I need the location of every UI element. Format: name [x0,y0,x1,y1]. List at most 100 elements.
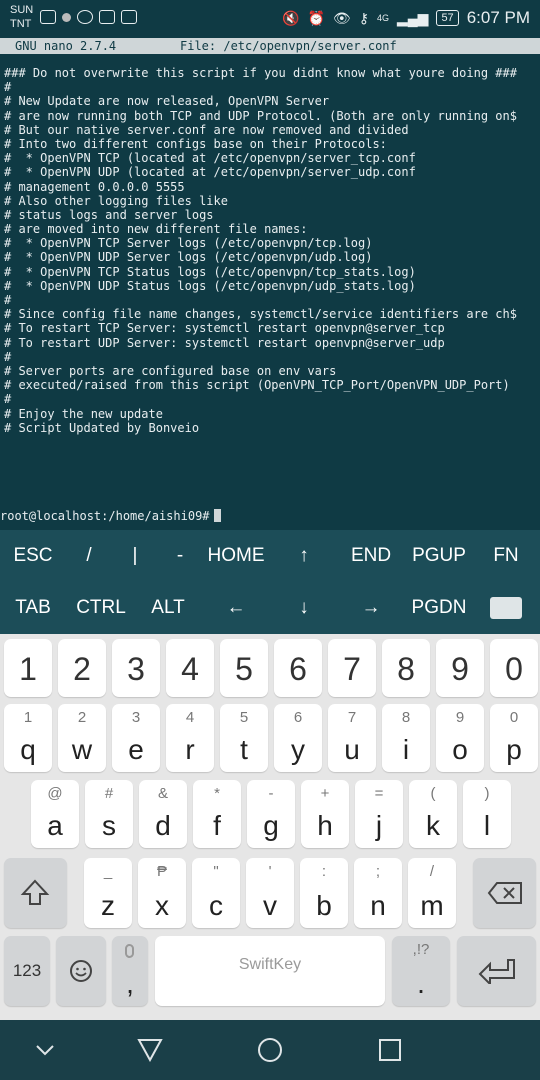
file-line: # * OpenVPN UDP Status logs (/etc/openvp… [4,278,416,293]
number-key[interactable]: 6 [274,639,322,697]
extra-key[interactable]: END [341,530,401,582]
key-icon: ⚷ [358,9,369,26]
letter-key[interactable]: 7u [328,704,376,772]
emoji-key[interactable] [56,936,106,1006]
letter-key[interactable]: 5t [220,704,268,772]
letter-key[interactable]: * f [193,780,241,848]
key-secondary-label: = [374,785,384,802]
letter-key[interactable]: ) l [463,780,511,848]
letter-key[interactable]: @ a [31,780,79,848]
extra-key[interactable]: HOME [206,530,266,582]
letter-key[interactable]: _ z [84,858,132,928]
back-button[interactable] [130,1036,170,1064]
comma-key[interactable]: , [112,936,148,1006]
extra-key[interactable]: ALT [138,582,198,634]
extra-key[interactable]: ← [206,582,266,634]
letter-key[interactable]: 9o [436,704,484,772]
number-key[interactable]: 1 [4,639,52,697]
key-secondary-label: " [213,863,219,880]
key-secondary-label: 2 [77,709,87,726]
extra-key[interactable]: ↑ [274,530,334,582]
hide-keyboard-button[interactable] [25,1036,65,1064]
number-key[interactable]: 3 [112,639,160,697]
key-label: b [316,890,332,921]
recents-button[interactable] [370,1036,410,1064]
extra-key[interactable]: ↓ [274,582,334,634]
home-button[interactable] [250,1036,290,1064]
letter-key[interactable]: & d [139,780,187,848]
letter-key[interactable]: # s [85,780,133,848]
letter-key[interactable]: 6y [274,704,322,772]
number-key[interactable]: 8 [382,639,430,697]
backspace-key[interactable] [473,858,536,928]
letter-key[interactable]: + h [301,780,349,848]
extra-key[interactable]: ESC [3,530,63,582]
symbols-key[interactable]: 123 [4,936,50,1006]
key-label: 3 [127,651,145,687]
letter-key[interactable]: 2w [58,704,106,772]
file-line: # [4,349,12,364]
letter-key[interactable]: 0p [490,704,538,772]
key-label: s [102,810,116,841]
letter-key[interactable]: -g [247,780,295,848]
letter-key[interactable]: ' v [246,858,294,928]
text-cursor [213,509,221,522]
extra-key[interactable]: - [150,530,210,582]
key-secondary-label: 1 [23,709,33,726]
letter-key[interactable]: / m [408,858,456,928]
letter-key[interactable]: :b [300,858,348,928]
spacebar[interactable]: SwiftKey [155,936,385,1006]
letter-key[interactable]: ₱ x [138,858,186,928]
key-label: v [263,890,277,921]
extra-key[interactable]: PGDN [409,582,469,634]
number-key[interactable]: 0 [490,639,538,697]
key-secondary-label: : [321,863,327,880]
letter-key[interactable]: 8i [382,704,430,772]
extra-key[interactable]: PGUP [409,530,469,582]
symbols-key-label: 123 [12,961,42,980]
file-line: # To restart TCP Server: systemctl resta… [4,321,445,336]
enter-key[interactable] [457,936,536,1006]
extra-key[interactable]: → [341,582,401,634]
file-line: # Into two different configs base on the… [4,136,387,151]
status-bar: SUN TNT 🔇 ⏰ 👁 ⚷ 4G ▂▄▆ 57 6:07 PM [0,0,540,38]
gmail-icon [99,10,115,24]
clock: 6:07 PM [466,8,530,27]
file-line: # To restart UDP Server: systemctl resta… [4,335,445,350]
letter-key[interactable]: 1q [4,704,52,772]
extra-keys-row-2: TAB CTRL ALT ← ↓ → PGDN [0,582,540,634]
extra-key[interactable]: FN [476,530,536,582]
number-key[interactable]: 9 [436,639,484,697]
recents-square-icon [379,1039,401,1061]
nano-header: GNU nano 2.7.4 File: /etc/openvpn/server… [0,38,540,54]
toggle-keyboard-button[interactable] [476,582,536,634]
file-line: # * OpenVPN TCP Status logs (/etc/openvp… [4,264,416,279]
number-key[interactable]: 7 [328,639,376,697]
extra-key[interactable]: TAB [3,582,63,634]
number-key[interactable]: 2 [58,639,106,697]
key-label: u [344,734,360,765]
period-key[interactable]: ,!?. [392,936,450,1006]
shift-key[interactable] [4,858,67,928]
letter-key[interactable]: ; n [354,858,402,928]
letter-key[interactable]: (k [409,780,457,848]
dot-icon [62,13,71,22]
key-secondary-label: 9 [455,709,465,726]
letter-key[interactable]: = j [355,780,403,848]
number-key[interactable]: 4 [166,639,214,697]
letter-key[interactable]: 4r [166,704,214,772]
swiftkey-keyboard: 1 2 3 4 5 6 7 8 9 0 1 q 2 w 3 e 4 r 5 t 6 y 7 u 8 i 9 o 0 p @ a # s & d * f - g… [0,634,540,1020]
key-secondary-label: # [104,785,114,802]
key-label: 4 [181,651,199,687]
shell-prompt[interactable]: root@localhost:/home/aishi09# [0,509,221,523]
number-key[interactable]: 5 [220,639,268,697]
key-label: q [20,734,36,765]
key-label: m [420,890,444,921]
file-line: # Server ports are configured base on en… [4,363,337,378]
letter-key[interactable]: " c [192,858,240,928]
extra-key[interactable]: CTRL [71,582,131,634]
key-label: 9 [451,651,469,687]
extra-keys-row-1: ESC / | - HOME ↑ END PGUP FN [0,530,540,582]
letter-key[interactable]: 3e [112,704,160,772]
terminal-output[interactable]: ### Do not overwrite this script if you … [4,66,540,435]
